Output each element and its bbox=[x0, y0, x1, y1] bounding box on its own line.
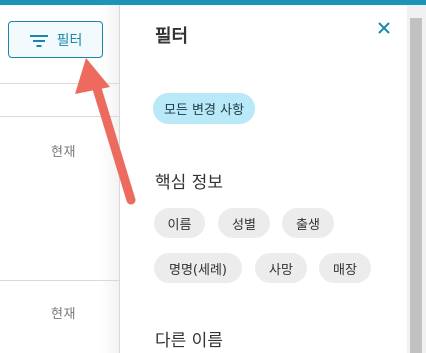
chip-christening[interactable]: 명명(세례) bbox=[154, 253, 242, 283]
close-button[interactable] bbox=[372, 16, 396, 40]
chip-name[interactable]: 이름 bbox=[154, 208, 205, 238]
chip-gender[interactable]: 성별 bbox=[218, 208, 270, 238]
chip-birth[interactable]: 출생 bbox=[282, 208, 334, 238]
section-heading-core-info: 핵심 정보 bbox=[155, 173, 223, 193]
filter-button-label: 필터 bbox=[56, 32, 83, 49]
divider bbox=[0, 83, 120, 84]
result-row-status: 현재 bbox=[51, 145, 76, 160]
section-heading-other-names: 다른 이름 bbox=[155, 331, 223, 351]
chip-death[interactable]: 사망 bbox=[255, 253, 307, 283]
divider bbox=[0, 116, 120, 117]
chip-burial[interactable]: 매장 bbox=[319, 253, 371, 283]
filter-lines-icon bbox=[29, 33, 49, 47]
filter-button[interactable]: 필터 bbox=[8, 21, 103, 58]
divider bbox=[0, 280, 120, 281]
panel-title: 필터 bbox=[155, 26, 189, 47]
result-row-status: 현재 bbox=[51, 307, 76, 322]
scrollbar-thumb[interactable] bbox=[410, 18, 422, 353]
pane-shadow bbox=[100, 5, 120, 353]
all-changes-chip[interactable]: 모든 변경 사항 bbox=[153, 93, 256, 124]
close-icon bbox=[378, 22, 390, 34]
